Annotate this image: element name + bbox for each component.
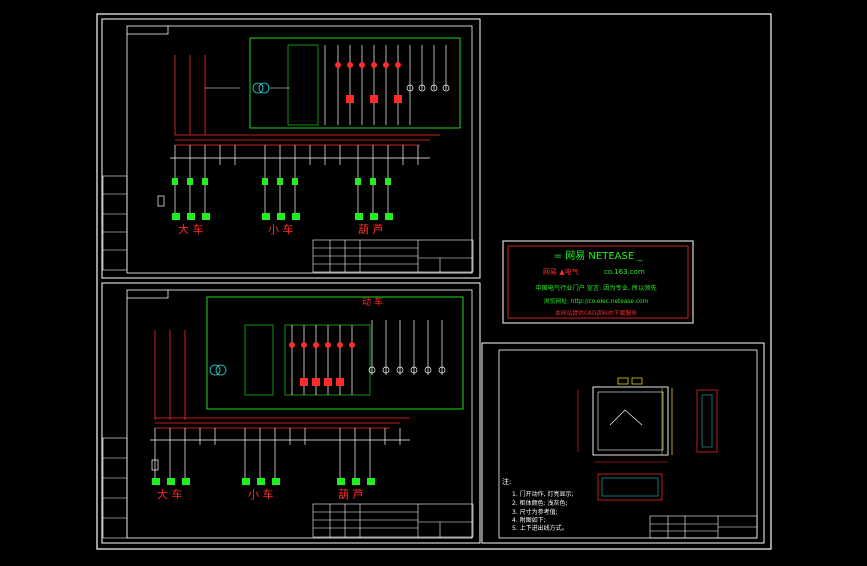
note-1: 1. 门开动作, 灯亮显示; <box>512 490 573 498</box>
label-hu-lu: 葫 芦 <box>358 223 384 236</box>
notes-title: 注: <box>502 477 511 486</box>
note-4: 4. 附图如下; <box>512 516 546 524</box>
watermark-line1a: 网易 ▲电气 <box>543 267 579 276</box>
top-schematic: 大 车 小 车 葫 芦 <box>102 25 474 274</box>
netease-watermark: = 网易 NETEASE _ 网易 ▲电气 co.163.com 中国电气行业门… <box>502 240 694 324</box>
watermark-title: = 网易 NETEASE _ <box>554 250 644 262</box>
label-hu-lu-2: 葫 芦 <box>338 488 364 501</box>
enclosure-drawing: 注: 1. 门开动作, 灯亮显示; 2. 柜体颜色: 浅灰色; 3. 尺寸为参考… <box>498 349 758 539</box>
label-da-che: 大 车 <box>178 222 204 236</box>
watermark-line2: 中国电气行业门户 宣言: 因为专业, 所以领先 <box>535 284 656 292</box>
watermark-line1b: co.163.com <box>604 268 645 276</box>
watermark-line3: 浏览网址: http://co.elec.netease.com <box>544 297 649 305</box>
label-xiao-che: 小 车 <box>268 222 294 236</box>
cad-drawing-viewer[interactable]: 大 车 小 车 葫 芦 动 车 大 车 小 车 葫 芦 注: 1. 门开动作, … <box>0 0 867 562</box>
note-3: 3. 尺寸为参考值; <box>512 508 558 516</box>
drawing-canvas: 大 车 小 车 葫 芦 动 车 大 车 小 车 葫 芦 注: 1. 门开动作, … <box>96 13 772 550</box>
label-da-che-2: 大 车 <box>157 487 183 501</box>
watermark-line4: 本网站提供CAD资料的下载服务 <box>555 309 637 317</box>
top-sheet-border <box>101 18 481 279</box>
note-5: 5. 上下进出线方式。 <box>512 524 568 532</box>
label-dong-che: 动 车 <box>362 296 383 308</box>
bottom-schematic: 动 车 大 车 小 车 葫 芦 <box>102 289 474 539</box>
note-2: 2. 柜体颜色: 浅灰色; <box>512 499 568 507</box>
label-xiao-che-2: 小 车 <box>248 487 274 501</box>
